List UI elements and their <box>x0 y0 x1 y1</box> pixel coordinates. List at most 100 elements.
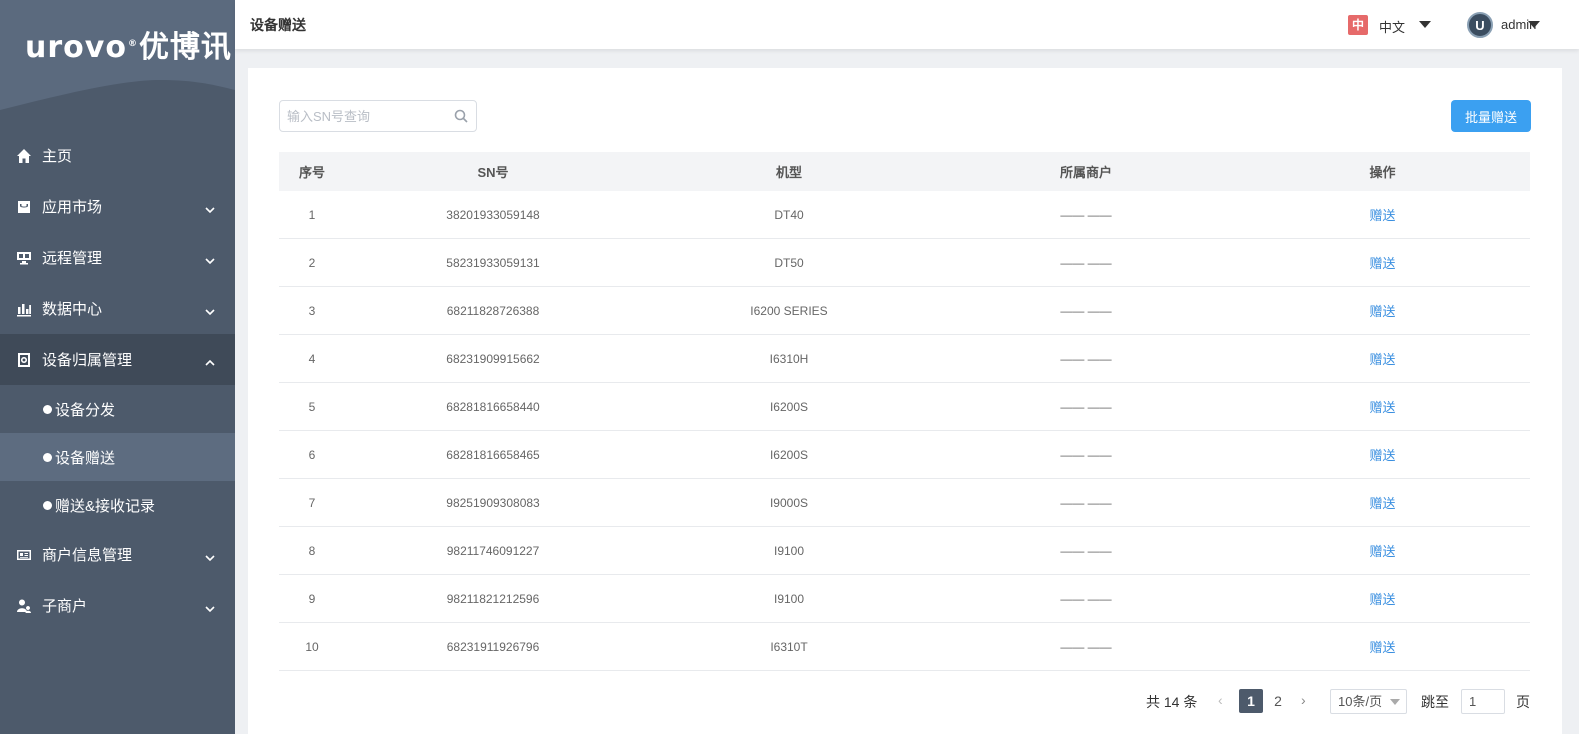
cell-index: 2 <box>308 255 316 270</box>
table-cell: 赠送 <box>1235 349 1530 368</box>
table-row: 5 68281816658440 I6200S —— —— 赠送 <box>279 383 1530 431</box>
sidebar-item-label: 应用市场 <box>42 199 103 216</box>
table-cell: 赠送 <box>1235 589 1530 608</box>
cell-index: 8 <box>308 543 316 558</box>
gift-link[interactable]: 赠送 <box>1369 256 1395 271</box>
chevron-down-icon <box>205 304 215 315</box>
table-row: 2 58231933059131 DT50 —— —— 赠送 <box>279 239 1530 287</box>
table-row: 6 68281816658465 I6200S —— —— 赠送 <box>279 431 1530 479</box>
caret-down-icon[interactable] <box>1528 21 1540 28</box>
cell-index: 10 <box>305 639 319 654</box>
table-cell: 98211746091227 <box>345 544 641 558</box>
table-cell: —— —— <box>937 208 1235 222</box>
gift-link[interactable]: 赠送 <box>1369 592 1395 607</box>
table-cell: 9 <box>279 592 345 606</box>
table-cell: 赠送 <box>1235 445 1530 464</box>
cell-merchant: —— —— <box>1060 303 1112 318</box>
language-badge[interactable]: 中 <box>1348 15 1368 35</box>
column-header: SN号 <box>477 165 509 180</box>
table-cell: 98251909308083 <box>345 496 641 510</box>
chevron-down-icon <box>205 601 215 612</box>
sidebar-item-label: 远程管理 <box>42 250 103 267</box>
table-cell: —— —— <box>937 352 1235 366</box>
cell-sn: 68281816658440 <box>446 399 540 414</box>
table-cell: I9100 <box>641 544 937 558</box>
table-cell: 2 <box>279 256 345 270</box>
search-input[interactable] <box>280 101 440 131</box>
cell-model: DT40 <box>774 207 804 222</box>
sidebar-item-app-market[interactable]: 应用市场 <box>0 181 235 232</box>
sidebar-subitem-gift-records[interactable]: 赠送&接收记录 <box>0 481 235 529</box>
sidebar-item-sub-merchant[interactable]: 子商户 <box>0 580 235 631</box>
page-button-1[interactable]: 1 <box>1239 689 1263 713</box>
device-icon <box>16 352 32 368</box>
table-cell: 8 <box>279 544 345 558</box>
table-cell: 赠送 <box>1235 205 1530 224</box>
bullet-icon <box>43 452 52 462</box>
sidebar-item-home[interactable]: 主页 <box>0 130 235 181</box>
pagination: 共 14 条 ‹ 1 2 › 10条/页 跳至 页 <box>248 688 1562 720</box>
cell-index: 6 <box>308 447 316 462</box>
table-body: 1 38201933059148 DT40 —— —— 赠送 2 5823193305913… <box>279 191 1530 671</box>
gift-link[interactable]: 赠送 <box>1369 640 1395 655</box>
sidebar-item-device-ownership[interactable]: 设备归属管理 <box>0 334 235 385</box>
table-cell: —— —— <box>937 640 1235 654</box>
sidebar-subitem-device-distribute[interactable]: 设备分发 <box>0 385 235 433</box>
language-selector[interactable]: 中文 <box>1379 17 1405 36</box>
sidebar-subitem-label: 设备赠送 <box>55 449 116 467</box>
gift-link[interactable]: 赠送 <box>1369 352 1395 367</box>
caret-down-icon[interactable] <box>1419 21 1431 28</box>
table-cell: 98211821212596 <box>345 592 641 606</box>
table-row: 8 98211746091227 I9100 —— —— 赠送 <box>279 527 1530 575</box>
sidebar-item-data-center[interactable]: 数据中心 <box>0 283 235 334</box>
cell-merchant: —— —— <box>1060 447 1112 462</box>
user-group-icon <box>16 598 32 614</box>
cell-merchant: —— —— <box>1060 591 1112 606</box>
gift-link[interactable]: 赠送 <box>1369 544 1395 559</box>
batch-gift-button[interactable]: 批量赠送 <box>1451 100 1531 132</box>
table-cell: 赠送 <box>1235 541 1530 560</box>
top-header: 设备赠送 中 中文 U admin <box>235 0 1579 49</box>
cell-model: I9100 <box>773 543 805 558</box>
sidebar-item-label: 数据中心 <box>42 301 103 318</box>
table-cell: I6310H <box>641 352 937 366</box>
table-cell: I9100 <box>641 592 937 606</box>
search-icon[interactable] <box>454 109 468 123</box>
next-page-icon[interactable]: › <box>1301 692 1306 708</box>
table-cell: 赠送 <box>1235 493 1530 512</box>
prev-page-icon[interactable]: ‹ <box>1218 692 1223 708</box>
table-cell: 58231933059131 <box>345 256 641 270</box>
gift-link[interactable]: 赠送 <box>1369 400 1395 415</box>
cell-sn: 68231909915662 <box>446 351 540 366</box>
cell-merchant: —— —— <box>1060 351 1112 366</box>
page-button-2[interactable]: 2 <box>1266 689 1290 713</box>
table-cell: 赠送 <box>1235 397 1530 416</box>
sidebar-subitem-device-gift[interactable]: 设备赠送 <box>0 433 235 481</box>
cell-model: I9000S <box>769 495 809 510</box>
sidebar-nav: 主页 应用市场 远程管理 数据中心 设备归属管理 设备分发 设备赠送 赠送&接收… <box>0 130 235 631</box>
gift-link[interactable]: 赠送 <box>1369 496 1395 511</box>
device-table: 序号 SN号 机型 所属商户 操作 1 38201933059148 DT40 —— … <box>279 152 1530 671</box>
table-cell: 3 <box>279 304 345 318</box>
column-header: 机型 <box>775 165 802 180</box>
sidebar-item-merchant-info[interactable]: 商户信息管理 <box>0 529 235 580</box>
table-row: 1 38201933059148 DT40 —— —— 赠送 <box>279 191 1530 239</box>
cell-merchant: —— —— <box>1060 495 1112 510</box>
table-cell: DT40 <box>641 208 937 222</box>
table-cell: —— —— <box>937 496 1235 510</box>
gift-link[interactable]: 赠送 <box>1369 208 1395 223</box>
cell-model: I6200S <box>769 399 809 414</box>
goto-page-input[interactable] <box>1461 689 1505 714</box>
sidebar-item-label: 主页 <box>42 148 73 165</box>
sidebar-item-remote[interactable]: 远程管理 <box>0 232 235 283</box>
table-cell: 赠送 <box>1235 637 1530 656</box>
sidebar-item-label: 设备归属管理 <box>42 352 133 369</box>
table-cell: 1 <box>279 208 345 222</box>
gift-link[interactable]: 赠送 <box>1369 304 1395 319</box>
gift-link[interactable]: 赠送 <box>1369 448 1395 463</box>
table-cell: 68231911926796 <box>345 640 641 654</box>
cell-sn: 68281816658465 <box>446 447 540 462</box>
avatar[interactable]: U <box>1467 12 1493 38</box>
page-size-select[interactable]: 10条/页 <box>1330 689 1407 714</box>
table-cell: 10 <box>279 640 345 654</box>
